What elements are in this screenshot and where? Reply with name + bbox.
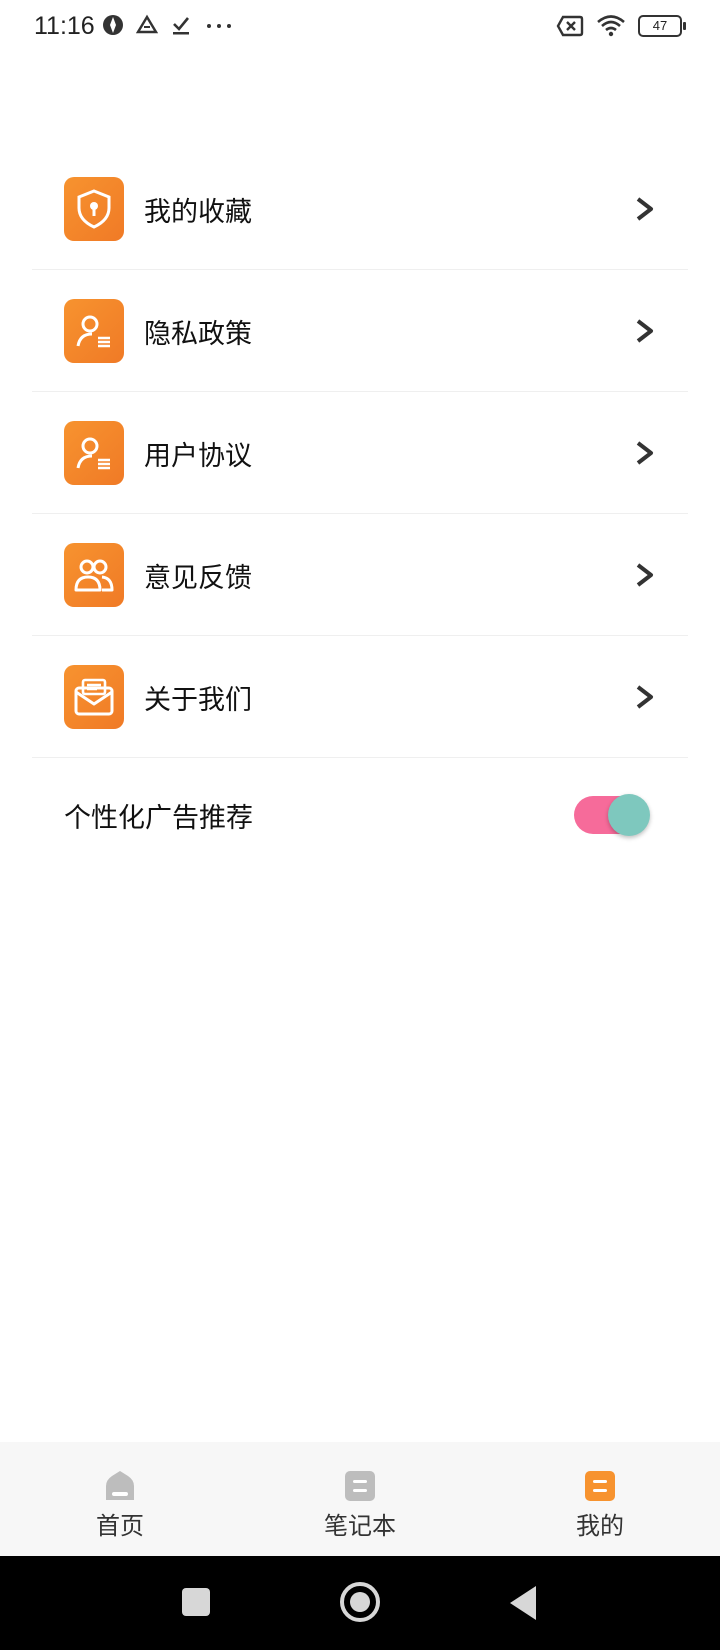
tab-label: 笔记本 xyxy=(324,1512,396,1540)
chevron-right-icon xyxy=(636,563,653,587)
tab-home[interactable]: 首页 xyxy=(40,1442,200,1556)
menu-item-about-us[interactable]: 关于我们 xyxy=(32,636,688,758)
back-button[interactable] xyxy=(510,1586,536,1620)
tab-notebook[interactable]: 笔记本 xyxy=(280,1442,440,1556)
menu-item-privacy-policy[interactable]: 隐私政策 xyxy=(32,270,688,392)
home-button[interactable] xyxy=(340,1582,380,1622)
tab-mine[interactable]: 我的 xyxy=(520,1442,680,1556)
users-group-icon xyxy=(64,543,124,607)
menu-item-label: 隐私政策 xyxy=(144,319,252,350)
chevron-right-icon xyxy=(636,197,653,221)
wifi-icon xyxy=(597,15,625,37)
menu-item-favorites[interactable]: 我的收藏 xyxy=(32,148,688,270)
sim-off-icon xyxy=(556,15,584,37)
shield-lock-icon xyxy=(64,177,124,241)
ad-personalization-toggle[interactable] xyxy=(574,794,650,836)
battery-icon: 47 xyxy=(638,15,686,37)
status-left-icons xyxy=(102,14,234,36)
menu-item-label: 关于我们 xyxy=(144,685,252,716)
profile-icon xyxy=(585,1471,615,1501)
tab-label: 首页 xyxy=(96,1512,144,1540)
menu-item-user-agreement[interactable]: 用户协议 xyxy=(32,392,688,514)
home-icon xyxy=(106,1471,134,1500)
menu-item-feedback[interactable]: 意见反馈 xyxy=(32,514,688,636)
vpn-icon xyxy=(103,15,123,35)
ad-personalization-label: 个性化广告推荐 xyxy=(64,803,253,834)
tab-label: 我的 xyxy=(576,1512,624,1540)
chevron-right-icon xyxy=(636,441,653,465)
status-right-icons: 47 xyxy=(556,14,686,38)
chevron-right-icon xyxy=(636,319,653,343)
menu-item-label: 意见反馈 xyxy=(144,563,252,594)
more-dots-icon xyxy=(207,24,231,28)
mail-open-icon xyxy=(64,665,124,729)
chevron-right-icon xyxy=(636,685,653,709)
menu-item-label: 我的收藏 xyxy=(144,197,252,228)
user-list-icon xyxy=(64,421,124,485)
ad-personalization-row: 个性化广告推荐 xyxy=(64,770,656,860)
bottom-tab-bar: 首页 笔记本 我的 xyxy=(0,1442,720,1556)
toggle-knob xyxy=(608,794,650,836)
settings-menu: 我的收藏 隐私政策 用户协议 意见反馈 关于我们 xyxy=(32,148,688,758)
user-list-icon xyxy=(64,299,124,363)
drive-icon xyxy=(136,14,158,34)
system-nav-bar xyxy=(0,1556,720,1650)
notebook-icon xyxy=(345,1471,375,1501)
status-bar: 11:16 47 xyxy=(0,0,720,56)
menu-item-label: 用户协议 xyxy=(144,441,252,472)
recent-apps-button[interactable] xyxy=(182,1588,210,1616)
status-time: 11:16 xyxy=(34,12,95,40)
download-done-icon xyxy=(173,17,190,35)
